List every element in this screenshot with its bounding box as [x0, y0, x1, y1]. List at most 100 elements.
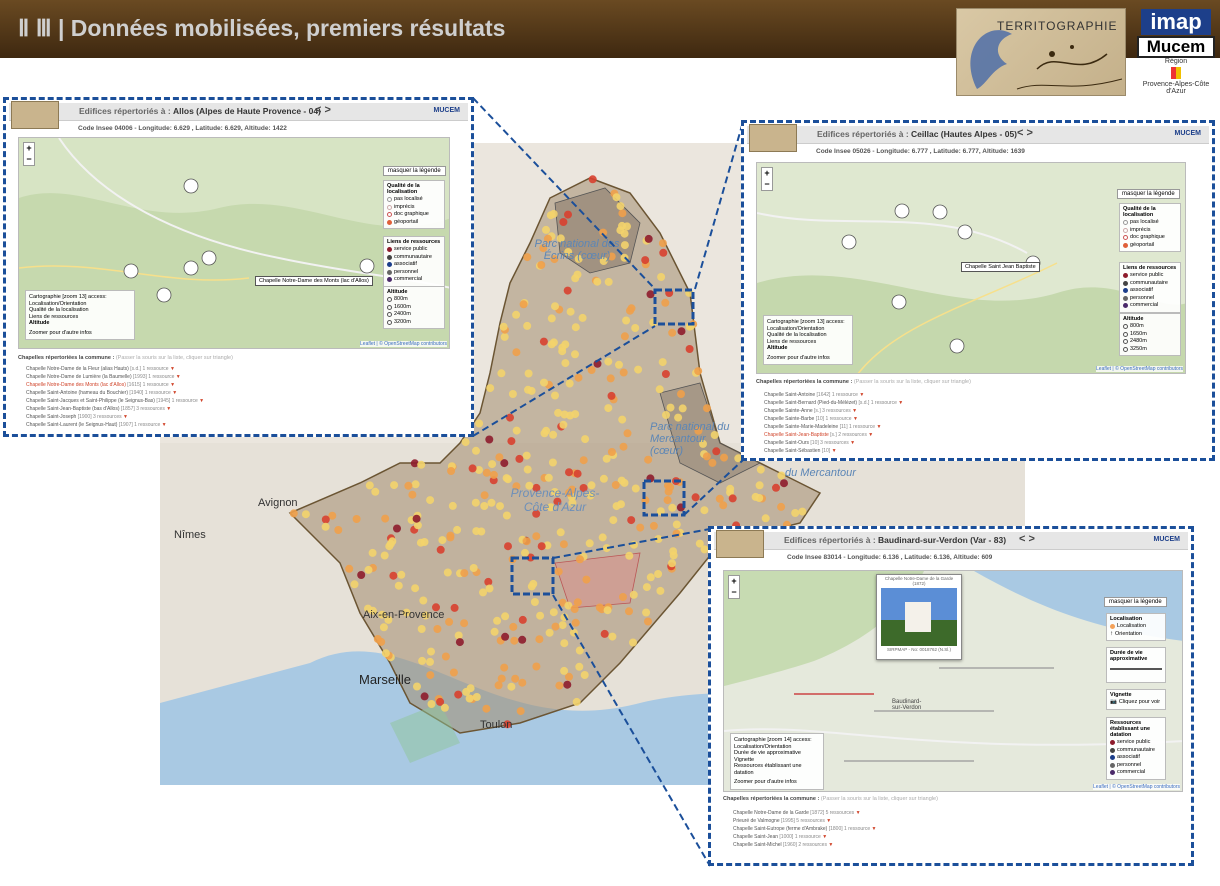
- chapel-dot[interactable]: [606, 374, 615, 383]
- list-item[interactable]: Chapelle Saint-Jean [1000] 1 ressource ▼: [733, 833, 877, 841]
- expand-triangle-icon[interactable]: ▼: [174, 374, 181, 380]
- chapel-dot[interactable]: [450, 603, 459, 612]
- chapel-dot[interactable]: [506, 413, 514, 422]
- chapel-dot[interactable]: [352, 515, 361, 523]
- chapel-dot[interactable]: [574, 373, 583, 382]
- chapel-dot[interactable]: [561, 340, 570, 349]
- chapel-dot[interactable]: [433, 625, 442, 633]
- chapel-dot[interactable]: [390, 481, 399, 490]
- expand-triangle-icon[interactable]: ▼: [849, 440, 855, 446]
- chapel-dot[interactable]: [334, 526, 343, 534]
- chapel-dot[interactable]: [365, 481, 374, 490]
- chapel-dot[interactable]: [486, 384, 495, 393]
- chapel-dot[interactable]: [571, 323, 580, 332]
- chapel-dot[interactable]: [535, 635, 544, 644]
- chapel-dot[interactable]: [691, 493, 700, 502]
- chapel-dot[interactable]: [480, 502, 489, 510]
- expand-triangle-icon[interactable]: ▼: [852, 416, 858, 422]
- chapel-dot[interactable]: [755, 481, 764, 490]
- chapel-dot[interactable]: [373, 635, 382, 643]
- chapel-dot[interactable]: [607, 391, 616, 400]
- chapel-dot[interactable]: [454, 690, 463, 699]
- chapel-dot[interactable]: [588, 175, 597, 184]
- chapel-dot[interactable]: [575, 555, 584, 564]
- chapel-dot[interactable]: [649, 521, 658, 530]
- chapel-dot[interactable]: [507, 682, 516, 691]
- chapel-dot[interactable]: [598, 533, 607, 542]
- chapel-dot[interactable]: [544, 473, 553, 482]
- chapel-dot[interactable]: [427, 700, 436, 708]
- chapel-dot[interactable]: [371, 487, 380, 496]
- chapel-dot[interactable]: [482, 704, 491, 713]
- panel-ceillac-nav-arrows[interactable]: < >: [1017, 127, 1033, 139]
- chapel-dot[interactable]: [487, 498, 496, 507]
- chapel-dot[interactable]: [551, 302, 559, 311]
- chapel-dot[interactable]: [539, 337, 548, 346]
- chapel-dot[interactable]: [619, 368, 628, 377]
- chapel-dot[interactable]: [532, 662, 541, 671]
- chapel-dot[interactable]: [661, 370, 670, 378]
- chapel-dot[interactable]: [618, 415, 627, 424]
- expand-triangle-icon[interactable]: ▼: [169, 382, 175, 388]
- chapel-dot[interactable]: [646, 573, 655, 582]
- list-item[interactable]: Chapelle Sainte-Marie-Madeleine [11] 1 r…: [764, 423, 903, 431]
- panel-baudinard-nav-arrows[interactable]: < >: [1019, 533, 1035, 545]
- chapel-dot[interactable]: [449, 668, 458, 677]
- chapel-dot[interactable]: [488, 460, 497, 469]
- chapel-dot[interactable]: [501, 632, 510, 641]
- list-item[interactable]: Chapelle Saint-Jean-Baptiste [s.] 2 ress…: [764, 431, 903, 439]
- expand-triangle-icon[interactable]: ▼: [122, 414, 128, 420]
- chapel-dot[interactable]: [551, 622, 560, 631]
- chapel-dot[interactable]: [499, 322, 508, 331]
- chapel-dot[interactable]: [412, 514, 421, 523]
- chapel-dot[interactable]: [455, 638, 464, 647]
- chapel-dot[interactable]: [658, 239, 667, 248]
- chapel-dot[interactable]: [630, 540, 638, 549]
- chapel-dot[interactable]: [636, 523, 645, 532]
- chapel-dot[interactable]: [668, 328, 677, 337]
- chapel-dot[interactable]: [521, 548, 529, 557]
- chapel-dot[interactable]: [560, 613, 569, 622]
- chapel-dot[interactable]: [540, 378, 548, 387]
- chapel-dot[interactable]: [631, 324, 640, 332]
- chapel-dot[interactable]: [644, 234, 653, 243]
- chapel-dot[interactable]: [571, 350, 579, 359]
- chapel-dot[interactable]: [507, 437, 516, 446]
- expand-triangle-icon[interactable]: ▼: [851, 408, 857, 414]
- chapel-dot[interactable]: [620, 241, 629, 250]
- chapel-dot[interactable]: [708, 458, 717, 467]
- chapel-dot[interactable]: [572, 697, 581, 706]
- chapel-dot[interactable]: [561, 359, 570, 368]
- chapel-dot[interactable]: [500, 332, 509, 341]
- chapel-dot[interactable]: [641, 256, 650, 265]
- chapel-dot[interactable]: [677, 327, 686, 336]
- expand-triangle-icon[interactable]: ▼: [867, 432, 873, 438]
- chapel-dot[interactable]: [518, 635, 527, 644]
- chapel-dot[interactable]: [536, 611, 545, 620]
- chapel-dot[interactable]: [666, 403, 675, 412]
- chapel-dot[interactable]: [510, 636, 519, 645]
- chapel-dot[interactable]: [559, 540, 568, 549]
- chapel-dot[interactable]: [523, 321, 532, 330]
- chapel-dot[interactable]: [404, 481, 413, 490]
- chapel-dot[interactable]: [604, 277, 613, 286]
- chapel-dot[interactable]: [563, 286, 572, 295]
- chapel-dot[interactable]: [608, 632, 617, 641]
- chapel-dot[interactable]: [468, 464, 477, 473]
- chapel-dot[interactable]: [547, 314, 556, 323]
- list-item[interactable]: Chapelle Saint-Michel [1960] 2 ressource…: [733, 841, 877, 849]
- chapel-dot[interactable]: [386, 539, 395, 548]
- chapel-dot[interactable]: [604, 357, 613, 366]
- chapel-dot[interactable]: [565, 379, 574, 388]
- list-item[interactable]: Chapelle Notre-Dame de la Garde [1872] 5…: [733, 809, 877, 817]
- chapel-dot[interactable]: [620, 478, 629, 487]
- chapel-dot[interactable]: [501, 612, 510, 621]
- chapel-dot[interactable]: [563, 680, 572, 689]
- chapel-dot[interactable]: [447, 467, 456, 475]
- chapel-dot[interactable]: [524, 385, 532, 394]
- chapel-dot[interactable]: [489, 470, 498, 479]
- list-item[interactable]: Prieuré de Valmogne [1995] 5 ressources …: [733, 817, 877, 825]
- chapel-dot[interactable]: [582, 575, 591, 584]
- leaflet-attribution[interactable]: Leaflet | © OpenStreetMap contributors: [360, 341, 447, 347]
- chapel-dot[interactable]: [522, 537, 531, 546]
